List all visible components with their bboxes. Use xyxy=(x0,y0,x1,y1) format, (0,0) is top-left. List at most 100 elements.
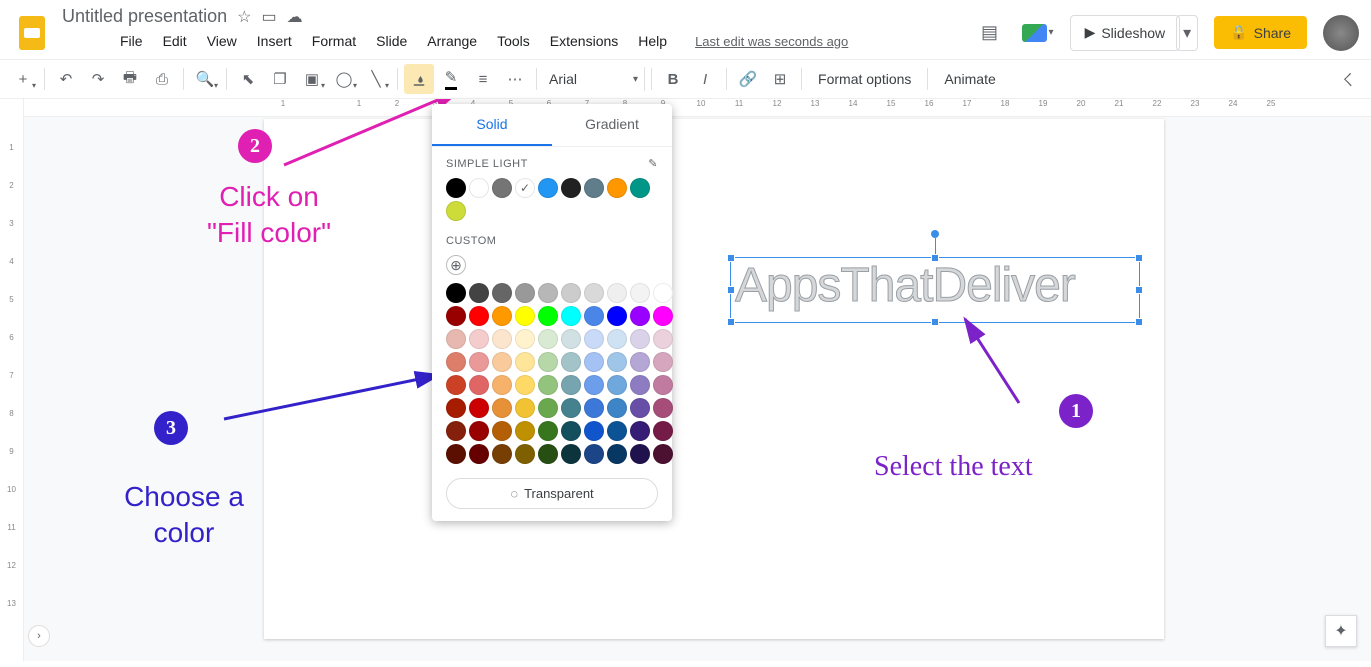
color-swatch[interactable] xyxy=(561,283,581,303)
color-swatch[interactable] xyxy=(446,444,466,464)
share-button[interactable]: 🔒Share xyxy=(1214,16,1307,49)
color-swatch[interactable] xyxy=(446,306,466,326)
print-button[interactable]: 🖶 xyxy=(115,64,145,94)
comments-icon[interactable]: ▤ xyxy=(974,17,1006,49)
resize-handle[interactable] xyxy=(1135,254,1143,262)
color-swatch[interactable] xyxy=(653,283,673,303)
resize-handle[interactable] xyxy=(727,254,735,262)
rotate-handle[interactable] xyxy=(931,230,939,238)
color-swatch[interactable] xyxy=(469,352,489,372)
color-swatch[interactable] xyxy=(446,283,466,303)
color-swatch[interactable] xyxy=(515,444,535,464)
theme-swatch[interactable] xyxy=(515,178,535,198)
color-swatch[interactable] xyxy=(492,421,512,441)
color-swatch[interactable] xyxy=(446,421,466,441)
menu-file[interactable]: File xyxy=(112,29,151,53)
color-swatch[interactable] xyxy=(630,306,650,326)
color-swatch[interactable] xyxy=(653,398,673,418)
color-swatch[interactable] xyxy=(607,421,627,441)
resize-handle[interactable] xyxy=(1135,286,1143,294)
resize-handle[interactable] xyxy=(727,286,735,294)
menu-insert[interactable]: Insert xyxy=(249,29,300,53)
menu-slide[interactable]: Slide xyxy=(368,29,415,53)
color-swatch[interactable] xyxy=(561,352,581,372)
color-swatch[interactable] xyxy=(584,421,604,441)
collapse-toolbar-icon[interactable]: ㄑ xyxy=(1333,64,1363,94)
color-swatch[interactable] xyxy=(584,306,604,326)
color-swatch[interactable] xyxy=(538,306,558,326)
font-select[interactable]: Arial xyxy=(543,67,633,91)
slides-logo[interactable] xyxy=(12,13,52,53)
transparent-button[interactable]: ◌Transparent xyxy=(446,478,658,509)
resize-handle[interactable] xyxy=(931,254,939,262)
meet-icon[interactable]: ▾ xyxy=(1022,17,1054,49)
menu-extensions[interactable]: Extensions xyxy=(542,29,626,53)
color-swatch[interactable] xyxy=(630,444,650,464)
shape-tool[interactable]: ◯ xyxy=(329,64,359,94)
select-tool[interactable]: ⬉ xyxy=(233,64,263,94)
color-swatch[interactable] xyxy=(607,444,627,464)
color-swatch[interactable] xyxy=(469,283,489,303)
color-swatch[interactable] xyxy=(584,375,604,395)
color-swatch[interactable] xyxy=(538,444,558,464)
wordart-selection[interactable]: AppsThatDeliver xyxy=(730,257,1140,323)
zoom-button[interactable]: 🔍 xyxy=(190,64,220,94)
color-swatch[interactable] xyxy=(561,421,581,441)
animate-button[interactable]: Animate xyxy=(934,67,1005,91)
color-swatch[interactable] xyxy=(584,352,604,372)
move-icon[interactable]: ▭ xyxy=(261,7,276,27)
slideshow-button[interactable]: ▶Slideshow xyxy=(1070,15,1181,51)
color-swatch[interactable] xyxy=(469,421,489,441)
color-swatch[interactable] xyxy=(515,283,535,303)
theme-swatch[interactable] xyxy=(492,178,512,198)
theme-swatch[interactable] xyxy=(607,178,627,198)
fill-color-button[interactable] xyxy=(404,64,434,94)
color-swatch[interactable] xyxy=(584,329,604,349)
image-tool[interactable]: ▣ xyxy=(297,64,327,94)
slideshow-dropdown[interactable]: ▾ xyxy=(1176,15,1198,51)
color-swatch[interactable] xyxy=(469,444,489,464)
color-swatch[interactable] xyxy=(446,398,466,418)
theme-swatch[interactable] xyxy=(561,178,581,198)
link-button[interactable]: 🔗 xyxy=(733,64,763,94)
line-tool[interactable]: ╲ xyxy=(361,64,391,94)
edit-theme-icon[interactable]: ✎ xyxy=(648,157,658,170)
color-swatch[interactable] xyxy=(515,398,535,418)
format-options-button[interactable]: Format options xyxy=(808,67,921,91)
theme-swatch[interactable] xyxy=(630,178,650,198)
color-swatch[interactable] xyxy=(607,329,627,349)
color-swatch[interactable] xyxy=(653,329,673,349)
color-swatch[interactable] xyxy=(653,421,673,441)
comment-button[interactable]: ⊞ xyxy=(765,64,795,94)
color-swatch[interactable] xyxy=(630,329,650,349)
color-swatch[interactable] xyxy=(538,398,558,418)
filmstrip-expand-icon[interactable]: › xyxy=(28,625,50,647)
color-swatch[interactable] xyxy=(607,352,627,372)
color-swatch[interactable] xyxy=(653,375,673,395)
slide-canvas[interactable]: AppsThatDeliver 2 Click on"Fill color" 1… xyxy=(264,119,1164,639)
color-swatch[interactable] xyxy=(492,444,512,464)
border-weight-button[interactable]: ≡ xyxy=(468,64,498,94)
tab-gradient[interactable]: Gradient xyxy=(552,104,672,146)
paint-format-button[interactable]: ⎙ xyxy=(147,64,177,94)
color-swatch[interactable] xyxy=(515,352,535,372)
color-swatch[interactable] xyxy=(607,398,627,418)
color-swatch[interactable] xyxy=(538,421,558,441)
menu-edit[interactable]: Edit xyxy=(155,29,195,53)
color-swatch[interactable] xyxy=(561,444,581,464)
redo-button[interactable]: ↷ xyxy=(83,64,113,94)
color-swatch[interactable] xyxy=(584,444,604,464)
add-custom-color-button[interactable]: ⊕ xyxy=(446,255,466,275)
color-swatch[interactable] xyxy=(630,421,650,441)
color-swatch[interactable] xyxy=(469,329,489,349)
explore-button[interactable]: ✦ xyxy=(1325,615,1357,647)
account-avatar[interactable] xyxy=(1323,15,1359,51)
theme-swatch[interactable] xyxy=(584,178,604,198)
cloud-icon[interactable]: ☁ xyxy=(287,7,303,27)
color-swatch[interactable] xyxy=(492,398,512,418)
theme-swatch[interactable] xyxy=(446,201,466,221)
color-swatch[interactable] xyxy=(515,306,535,326)
last-edit-link[interactable]: Last edit was seconds ago xyxy=(687,30,856,53)
color-swatch[interactable] xyxy=(538,283,558,303)
color-swatch[interactable] xyxy=(492,283,512,303)
